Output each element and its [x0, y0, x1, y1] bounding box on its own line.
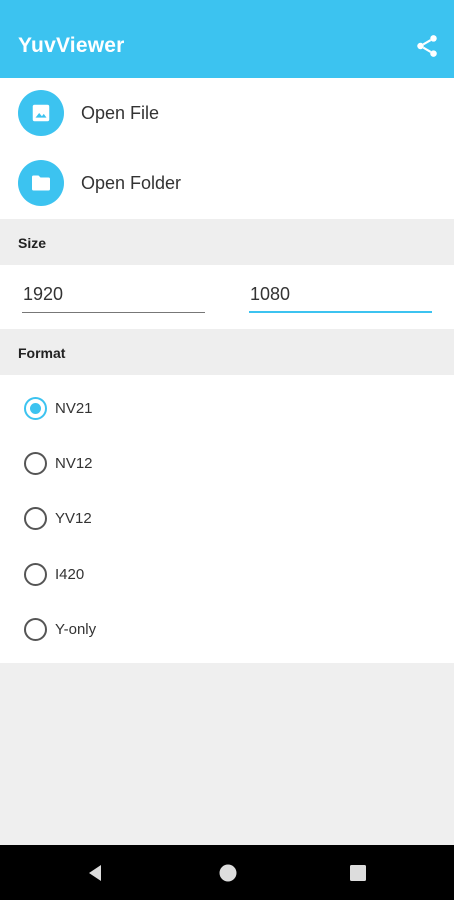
- width-field[interactable]: [22, 283, 205, 313]
- size-header-label: Size: [18, 235, 47, 251]
- open-folder-label: Open Folder: [81, 173, 182, 193]
- format-section-header: Format: [0, 329, 454, 375]
- format-option-i420[interactable]: I420: [0, 550, 454, 600]
- open-folder-icon-circle: [18, 160, 64, 206]
- share-icon: [417, 35, 437, 57]
- radio-unchecked-icon: [24, 507, 47, 530]
- home-button[interactable]: [212, 857, 244, 889]
- format-option-label: I420: [55, 566, 85, 583]
- app-bar: YuvViewer: [0, 0, 454, 78]
- open-file-button[interactable]: Open File: [0, 78, 454, 148]
- recents-button[interactable]: [342, 857, 374, 889]
- radio-unchecked-icon: [24, 452, 47, 475]
- system-nav-bar: [0, 845, 454, 900]
- back-button[interactable]: [80, 857, 112, 889]
- radio-checked-icon: [24, 397, 47, 420]
- open-file-label: Open File: [81, 103, 160, 123]
- format-option-label: NV21: [55, 400, 93, 417]
- format-panel: NV21 NV12 YV12 I420 Y-only: [0, 375, 454, 663]
- format-option-label: NV12: [55, 455, 93, 472]
- image-icon: [32, 104, 50, 122]
- height-field[interactable]: [249, 283, 432, 313]
- format-option-nv12[interactable]: NV12: [0, 439, 454, 489]
- folder-icon: [32, 175, 50, 191]
- open-folder-button[interactable]: Open Folder: [0, 148, 454, 218]
- share-button[interactable]: [410, 30, 444, 62]
- radio-unchecked-icon: [24, 563, 47, 586]
- size-panel: [0, 265, 454, 329]
- format-option-yv12[interactable]: YV12: [0, 494, 454, 544]
- open-actions-panel: Open File Open Folder: [0, 78, 454, 219]
- back-triangle-icon: [89, 865, 101, 881]
- open-file-icon-circle: [18, 90, 64, 136]
- format-option-nv21[interactable]: NV21: [0, 384, 454, 434]
- recents-square-icon: [350, 865, 366, 881]
- radio-unchecked-icon: [24, 618, 47, 641]
- format-header-label: Format: [18, 345, 66, 361]
- home-circle-icon: [219, 864, 237, 882]
- format-option-label: Y-only: [55, 621, 97, 638]
- format-option-y-only[interactable]: Y-only: [0, 605, 454, 655]
- size-section-header: Size: [0, 219, 454, 265]
- format-option-label: YV12: [55, 510, 92, 527]
- app-title: YuvViewer: [18, 34, 125, 57]
